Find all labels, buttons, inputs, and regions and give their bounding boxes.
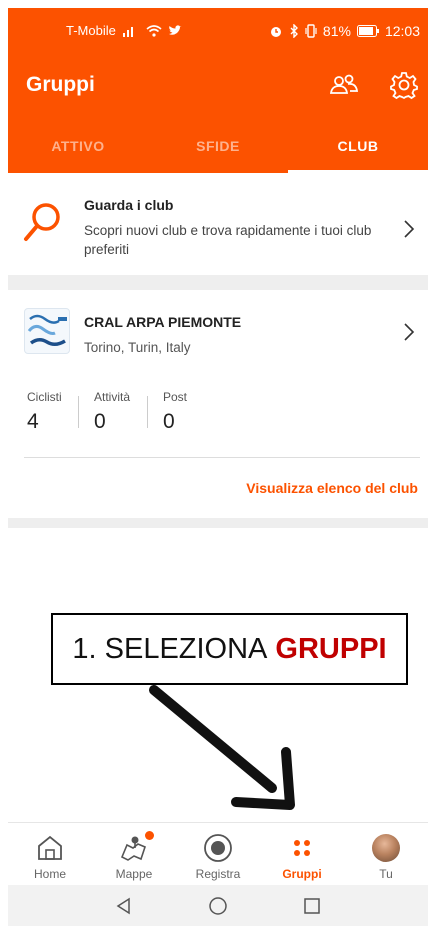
clock: 12:03	[384, 22, 420, 39]
annotation-text: 1. SELEZIONA	[72, 632, 268, 665]
recents-icon[interactable]	[300, 894, 324, 918]
nav-home[interactable]: Home	[8, 823, 92, 885]
page-title: Gruppi	[26, 73, 95, 96]
nav-maps[interactable]: Mappe	[92, 823, 176, 885]
annotation-callout: 1. SELEZIONA GRUPPI	[51, 613, 408, 685]
view-club-list-link[interactable]: Visualizza elenco del club	[246, 480, 418, 496]
stat-label: Ciclisti	[27, 390, 62, 404]
record-icon	[202, 833, 234, 863]
browse-clubs-title: Guarda i club	[84, 197, 174, 213]
nav-label: Mappe	[115, 867, 153, 881]
browse-clubs-card[interactable]: Guarda i club Scopri nuovi club e trova …	[8, 177, 428, 275]
section-divider	[8, 518, 428, 528]
stat-post: Post 0	[163, 390, 187, 434]
tab-attivo[interactable]: ATTIVO	[8, 118, 148, 173]
nav-groups[interactable]: Gruppi	[260, 823, 344, 885]
bluetooth-icon	[289, 23, 299, 38]
tab-club[interactable]: CLUB	[288, 118, 428, 173]
nav-label: Gruppi	[282, 867, 322, 881]
friends-icon[interactable]	[326, 67, 362, 103]
nav-label: Home	[33, 867, 66, 881]
annotation-emphasis: GRUPPI	[275, 632, 387, 665]
club-card: CRAL ARPA PIEMONTE Torino, Turin, Italy …	[8, 290, 428, 518]
groups-icon	[286, 833, 318, 863]
stat-label: Attività	[94, 390, 131, 404]
tab-sfide[interactable]: SFIDE	[148, 118, 288, 173]
nav-label: Tu	[379, 867, 393, 881]
chevron-right-icon[interactable]	[402, 322, 416, 342]
maps-icon	[118, 831, 154, 863]
nav-label: Registra	[195, 867, 241, 881]
stat-value: 0	[163, 410, 175, 433]
stat-ciclisti: Ciclisti 4	[27, 390, 62, 434]
avatar-wrapper	[370, 833, 402, 863]
signal-icon	[122, 25, 140, 37]
status-bar: T-Mobile 81% 12:03	[8, 8, 428, 53]
search-icon	[22, 201, 62, 245]
back-icon[interactable]	[112, 894, 136, 918]
battery-icon	[356, 24, 379, 37]
system-nav-bar	[8, 885, 428, 926]
home-circle-icon[interactable]	[206, 894, 230, 918]
nav-profile[interactable]: Tu	[344, 823, 428, 885]
twitter-icon	[168, 24, 182, 37]
nav-record[interactable]: Registra	[176, 823, 260, 885]
section-divider	[8, 275, 428, 290]
vibrate-icon	[305, 23, 317, 38]
club-logo[interactable]	[24, 308, 70, 354]
stat-attivita: Attività 0	[94, 390, 130, 434]
club-name[interactable]: CRAL ARPA PIEMONTE	[84, 314, 241, 330]
stat-label: Post	[163, 390, 188, 404]
settings-gear-icon[interactable]	[386, 67, 422, 103]
stat-value: 0	[94, 410, 106, 433]
divider	[24, 457, 420, 458]
avatar	[372, 834, 400, 862]
alarm-icon	[269, 24, 283, 38]
app-header: Gruppi	[8, 53, 428, 118]
wifi-icon	[146, 24, 162, 37]
browse-clubs-description: Scopri nuovi club e trova rapidamente i …	[84, 223, 372, 257]
club-location: Torino, Turin, Italy	[84, 340, 191, 355]
chevron-right-icon	[402, 219, 416, 239]
annotation-arrow	[140, 680, 310, 815]
stat-divider	[147, 396, 148, 428]
stat-divider	[78, 396, 79, 428]
home-icon	[34, 833, 66, 863]
notification-badge	[145, 831, 154, 840]
tab-bar: ATTIVO SFIDE CLUB	[8, 118, 428, 173]
stat-value: 4	[27, 410, 39, 433]
battery-percent: 81%	[322, 22, 351, 39]
bottom-nav: Home Mappe Registra Gruppi Tu	[8, 822, 428, 885]
carrier-label: T-Mobile	[66, 23, 116, 38]
